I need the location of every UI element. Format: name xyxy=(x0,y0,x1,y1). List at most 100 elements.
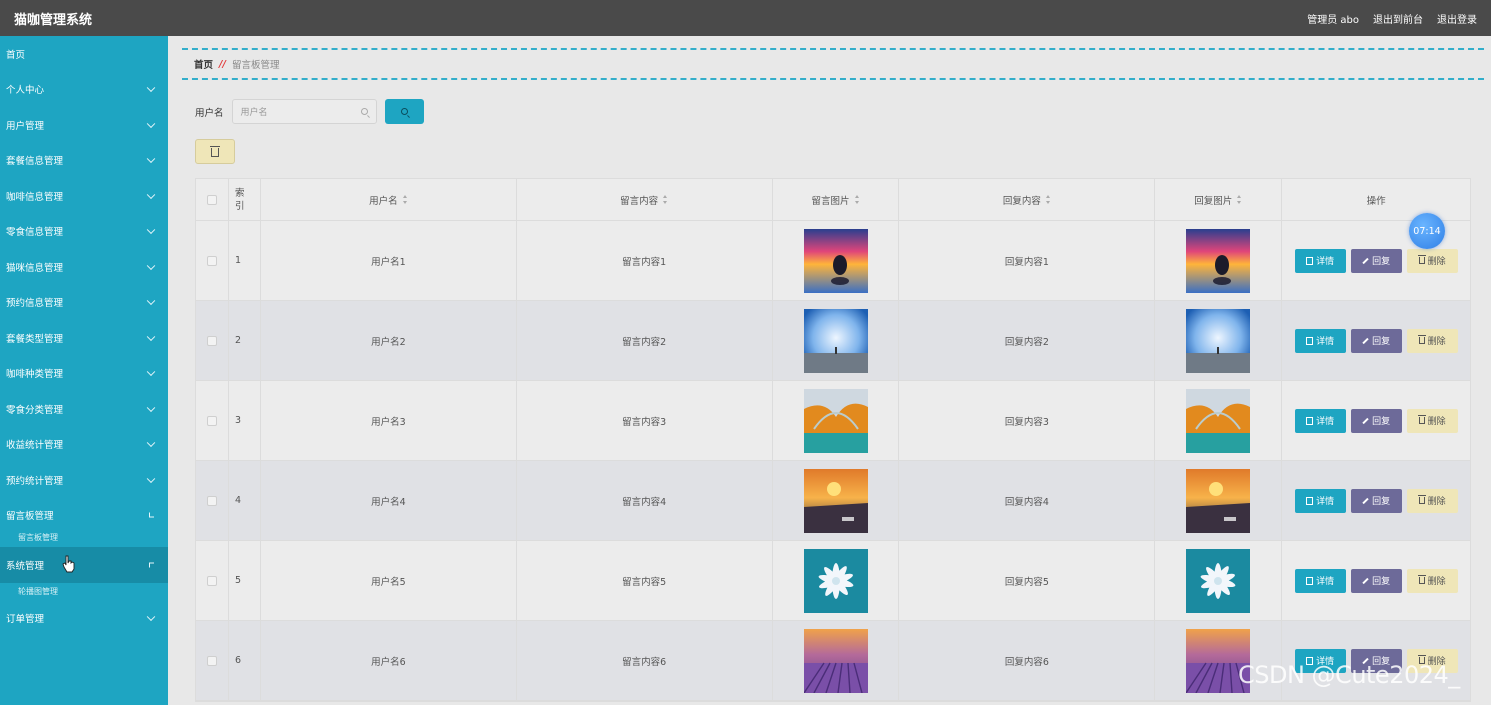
detail-button[interactable]: 详情 xyxy=(1294,488,1346,513)
reply-image-thumbnail[interactable] xyxy=(1186,388,1251,453)
row-checkbox[interactable] xyxy=(206,655,217,666)
select-all-checkbox[interactable] xyxy=(206,194,217,205)
row-checkbox[interactable] xyxy=(206,335,217,346)
logout-link[interactable]: 退出登录 xyxy=(1437,11,1477,26)
sidebar-item-revenue-stats[interactable]: 收益统计管理 xyxy=(0,427,168,463)
chevron-down-icon xyxy=(146,367,156,377)
document-icon xyxy=(1306,496,1314,505)
reply-button[interactable]: 回复 xyxy=(1350,328,1402,353)
row-checkbox[interactable] xyxy=(206,495,217,506)
sidebar-item-coffee-info[interactable]: 咖啡信息管理 xyxy=(0,178,168,214)
row-index: 4 xyxy=(229,461,261,540)
reply-button[interactable]: 回复 xyxy=(1350,248,1402,273)
detail-button[interactable]: 详情 xyxy=(1294,328,1346,353)
detail-button[interactable]: 详情 xyxy=(1294,248,1346,273)
trash-icon xyxy=(1417,575,1426,584)
reply-image-thumbnail[interactable] xyxy=(1186,308,1251,373)
sidebar-item-snack-info[interactable]: 零食信息管理 xyxy=(0,214,168,250)
row-message: 留言内容6 xyxy=(517,621,773,700)
breadcrumb-home[interactable]: 首页 xyxy=(194,57,213,71)
sidebar-item-reservation-stats[interactable]: 预约统计管理 xyxy=(0,462,168,498)
sidebar-item-cat-info[interactable]: 猫咪信息管理 xyxy=(0,249,168,285)
delete-button[interactable]: 删除 xyxy=(1406,568,1458,593)
reply-button[interactable]: 回复 xyxy=(1350,568,1402,593)
chevron-down-icon xyxy=(146,296,156,306)
reply-button[interactable]: 回复 xyxy=(1350,408,1402,433)
timer-badge[interactable]: 07:14 xyxy=(1409,213,1445,249)
row-username: 用户名1 xyxy=(261,221,517,300)
delete-button[interactable]: 删除 xyxy=(1406,248,1458,273)
exit-to-frontend-link[interactable]: 退出到前台 xyxy=(1373,11,1423,26)
detail-button[interactable]: 详情 xyxy=(1294,408,1346,433)
column-index: 索引 xyxy=(234,187,245,212)
trash-icon xyxy=(1417,255,1426,264)
message-image-thumbnail[interactable] xyxy=(803,628,868,693)
reply-image-thumbnail[interactable] xyxy=(1186,228,1251,293)
document-icon xyxy=(1306,256,1314,265)
delete-button[interactable]: 删除 xyxy=(1406,328,1458,353)
column-reply-image[interactable]: 回复图片 xyxy=(1155,179,1283,220)
sidebar-item-order-management[interactable]: 订单管理 xyxy=(0,601,168,637)
row-checkbox[interactable] xyxy=(206,255,217,266)
row-checkbox[interactable] xyxy=(206,575,217,586)
username-search-input[interactable]: 用户名 xyxy=(231,99,377,124)
sidebar-item-package-type[interactable]: 套餐类型管理 xyxy=(0,320,168,356)
table-row: 4 用户名4 留言内容4 回复内容4 详情 回复 删除 xyxy=(196,461,1470,541)
trash-icon xyxy=(1417,495,1426,504)
bulk-delete-button[interactable] xyxy=(195,139,235,164)
sort-icon xyxy=(854,195,860,204)
message-image-thumbnail[interactable] xyxy=(803,468,868,533)
trash-icon xyxy=(210,146,220,157)
message-image-thumbnail[interactable] xyxy=(803,388,868,453)
row-reply: 回复内容1 xyxy=(899,221,1156,300)
main-content: 首页 // 留言板管理 用户名 用户名 索引 用户名 留言内容 留言图片 回复内… xyxy=(168,36,1491,705)
sidebar-item-package-info[interactable]: 套餐信息管理 xyxy=(0,143,168,179)
row-index: 3 xyxy=(229,381,261,460)
row-message: 留言内容1 xyxy=(517,221,773,300)
detail-button[interactable]: 详情 xyxy=(1294,568,1346,593)
row-actions: 详情 回复 删除 xyxy=(1294,328,1458,353)
header-links: 管理员 abo 退出到前台 退出登录 xyxy=(1307,11,1477,26)
column-message-image[interactable]: 留言图片 xyxy=(773,179,900,220)
row-username: 用户名3 xyxy=(261,381,517,460)
sidebar-item-message-board[interactable]: 留言板管理 xyxy=(0,498,168,534)
column-message[interactable]: 留言内容 xyxy=(517,179,773,220)
search-button[interactable] xyxy=(384,99,424,124)
column-username[interactable]: 用户名 xyxy=(261,179,517,220)
reply-image-thumbnail[interactable] xyxy=(1186,548,1251,613)
sidebar-subitem-message-board[interactable]: 留言板管理 xyxy=(0,533,168,547)
sidebar-item-snack-category[interactable]: 零食分类管理 xyxy=(0,391,168,427)
chevron-down-icon xyxy=(146,154,156,164)
row-index: 2 xyxy=(229,301,261,380)
reply-image-thumbnail[interactable] xyxy=(1186,468,1251,533)
message-image-thumbnail[interactable] xyxy=(803,308,868,373)
document-icon xyxy=(1306,576,1314,585)
chevron-down-icon xyxy=(146,119,156,128)
row-checkbox[interactable] xyxy=(206,415,217,426)
sidebar-item-personal-center[interactable]: 个人中心 xyxy=(0,72,168,108)
sidebar-item-home[interactable]: 首页 xyxy=(0,36,168,72)
column-reply[interactable]: 回复内容 xyxy=(899,179,1156,220)
message-image-thumbnail[interactable] xyxy=(803,548,868,613)
chevron-down-icon xyxy=(146,612,156,622)
delete-button[interactable]: 删除 xyxy=(1406,488,1458,513)
admin-user-label: 管理员 abo xyxy=(1307,14,1359,26)
search-label: 用户名 xyxy=(195,107,224,119)
sidebar-item-coffee-category[interactable]: 咖啡种类管理 xyxy=(0,356,168,392)
chevron-down-icon xyxy=(146,438,156,448)
reply-button[interactable]: 回复 xyxy=(1350,488,1402,513)
sidebar-item-reservation-info[interactable]: 预约信息管理 xyxy=(0,285,168,321)
row-reply: 回复内容4 xyxy=(899,461,1156,540)
row-reply: 回复内容3 xyxy=(899,381,1156,460)
sidebar-item-user-management[interactable]: 用户管理 xyxy=(0,107,168,143)
chevron-up-icon xyxy=(149,512,154,518)
chevron-down-icon xyxy=(146,261,156,270)
message-table: 索引 用户名 留言内容 留言图片 回复内容 回复图片 操作 1 用户名1 留言内容1… xyxy=(195,178,1471,702)
sidebar-subitem-carousel[interactable]: 轮播图管理 xyxy=(0,583,168,601)
row-username: 用户名2 xyxy=(261,301,517,380)
sidebar-item-system-management[interactable]: 系统管理 xyxy=(0,547,168,583)
table-row: 2 用户名2 留言内容2 回复内容2 详情 回复 删除 xyxy=(196,301,1470,381)
message-image-thumbnail[interactable] xyxy=(803,228,868,293)
delete-button[interactable]: 删除 xyxy=(1406,408,1458,433)
row-index: 1 xyxy=(229,221,261,300)
